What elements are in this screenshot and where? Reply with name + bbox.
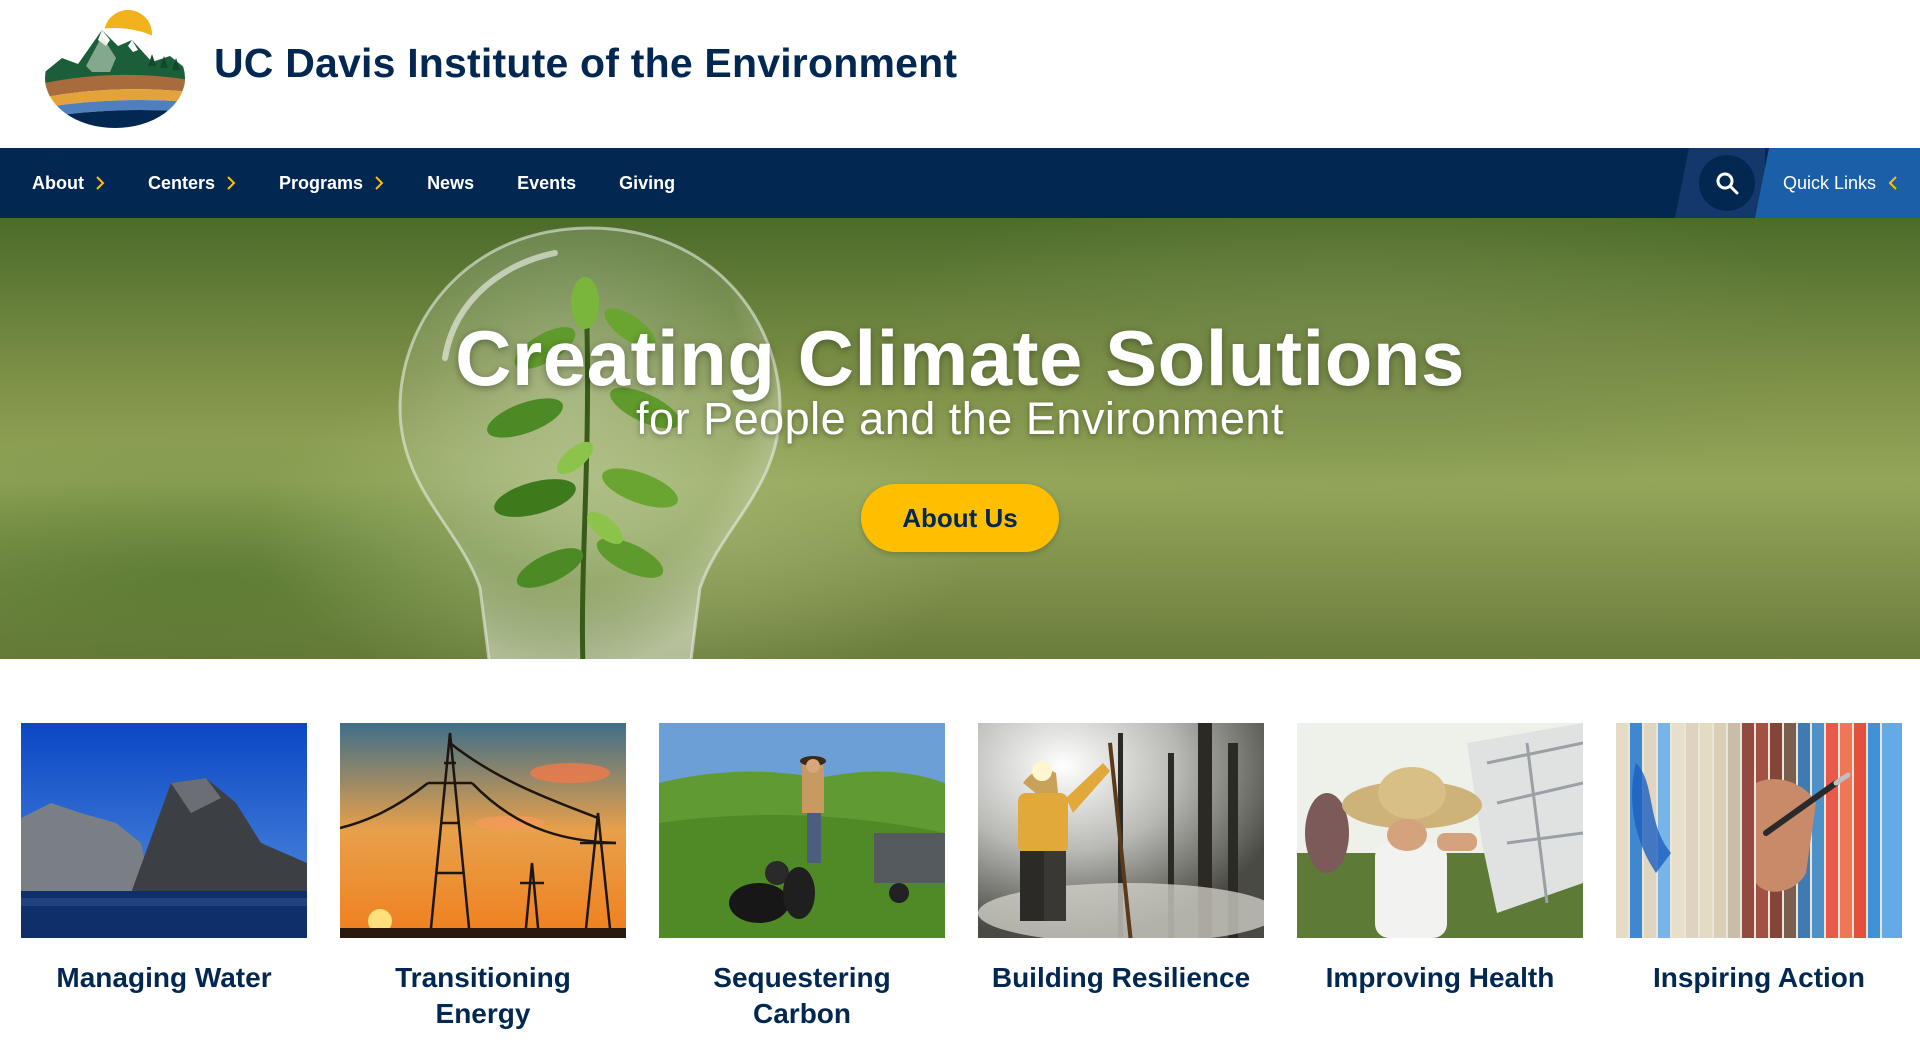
focus-areas: Managing Water Transitioning Energy Sequ…: [21, 723, 1902, 1053]
about-us-button[interactable]: About Us: [861, 484, 1059, 552]
card-label: Improving Health: [1325, 962, 1555, 993]
nav-item-label: Centers: [147, 172, 216, 193]
card-label: Building Resilience: [991, 962, 1251, 993]
card-label: Inspiring Action: [1652, 962, 1866, 993]
nav-item-giving[interactable]: Giving: [597, 148, 696, 218]
card-improving-health[interactable]: Improving Health: [1297, 723, 1583, 996]
hero-banner: Creating Climate Solutions for People an…: [0, 218, 1920, 659]
sequestering-carbon-image: [659, 723, 945, 938]
card-label: Transitioning Energy: [395, 962, 571, 1029]
institute-logo[interactable]: [40, 6, 190, 130]
transitioning-energy-image: [340, 723, 626, 938]
improving-health-image: [1297, 723, 1583, 938]
site-header: UC Davis Institute of the Environment: [0, 0, 1920, 148]
nav-item-label: About: [32, 172, 84, 193]
managing-water-image: [21, 723, 307, 938]
nav-item-label: Events: [517, 172, 577, 193]
inspiring-action-image: [1616, 723, 1902, 938]
quick-links-label: Quick Links: [1783, 172, 1877, 193]
hero-subtitle: for People and the Environment: [636, 393, 1284, 444]
nav-item-events[interactable]: Events: [495, 148, 597, 218]
card-sequestering-carbon[interactable]: Sequestering Carbon: [659, 723, 945, 1032]
hero-title: Creating Climate Solutions: [455, 314, 1465, 402]
site-title[interactable]: UC Davis Institute of the Environment: [214, 40, 957, 87]
card-building-resilience[interactable]: Building Resilience: [978, 723, 1264, 996]
card-label: Managing Water: [56, 962, 272, 993]
nav-menu: About Centers Programs News Events Givin…: [0, 148, 696, 218]
nav-item-news[interactable]: News: [405, 148, 495, 218]
search-button[interactable]: [1699, 155, 1755, 211]
nav-item-label: Giving: [619, 172, 676, 193]
card-managing-water[interactable]: Managing Water: [21, 723, 307, 996]
card-transitioning-energy[interactable]: Transitioning Energy: [340, 723, 626, 1032]
card-inspiring-action[interactable]: Inspiring Action: [1616, 723, 1902, 996]
search-icon: [1716, 172, 1739, 195]
nav-item-about[interactable]: About: [0, 148, 126, 218]
nav-item-centers[interactable]: Centers: [126, 148, 257, 218]
chevron-right-icon: [96, 176, 105, 190]
chevron-right-icon: [375, 176, 384, 190]
nav-item-label: Programs: [279, 172, 364, 193]
chevron-right-icon: [227, 176, 236, 190]
main-navigation: About Centers Programs News Events Givin…: [0, 148, 1920, 218]
search-panel: [1675, 148, 1765, 218]
nav-item-programs[interactable]: Programs: [257, 148, 405, 218]
nav-item-label: News: [427, 172, 475, 193]
chevron-left-icon: [1888, 176, 1897, 190]
quick-links-button[interactable]: Quick Links: [1755, 148, 1920, 218]
card-label: Sequestering Carbon: [713, 962, 891, 1029]
building-resilience-image: [978, 723, 1264, 938]
